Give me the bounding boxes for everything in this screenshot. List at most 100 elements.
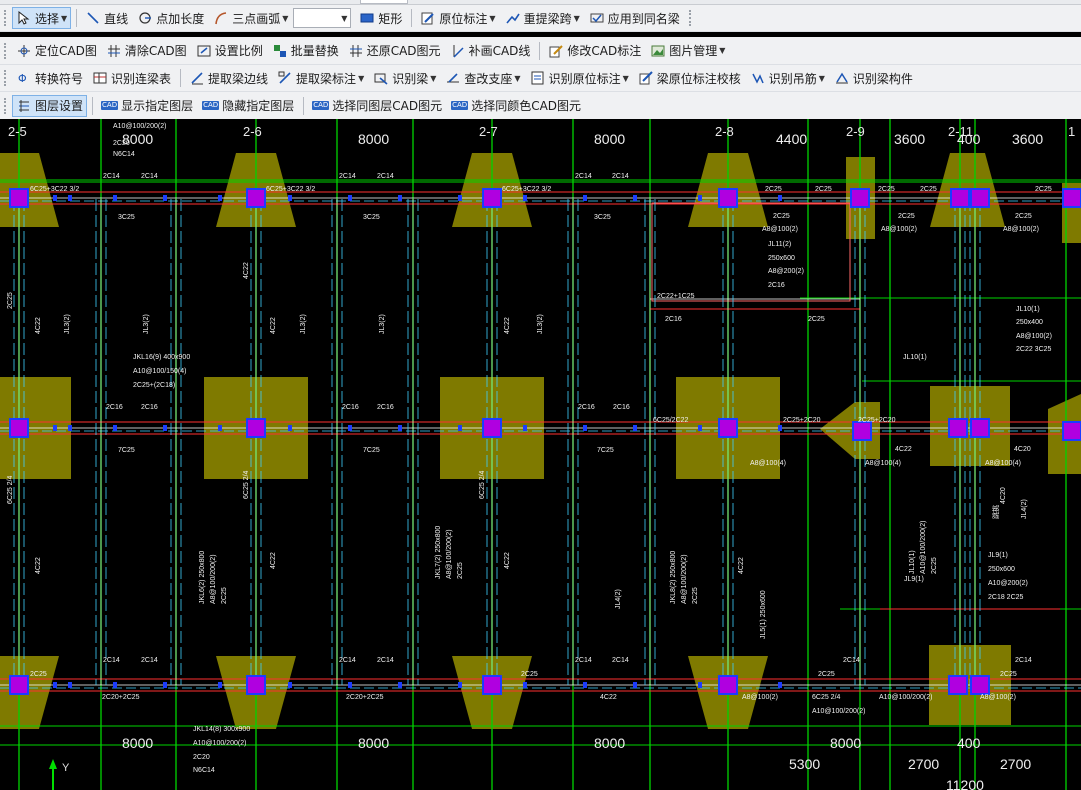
annotation-text: 3C25 [363, 214, 380, 221]
annotation-text: 7C25 [597, 447, 614, 454]
three-point-arc-button[interactable]: 三点画弧 ▼ [209, 7, 292, 29]
beam-tick-marker [113, 425, 117, 431]
locate-cad-button[interactable]: 定位CAD图 [12, 40, 101, 62]
annotation-text: JL3(2) [537, 314, 544, 334]
select-same-color-label: 选择同颜色CAD图元 [471, 99, 582, 113]
annotation-text: JL9(1) [904, 576, 924, 583]
annotation-text: 2C20 [113, 140, 130, 147]
chevron-down-icon[interactable]: ▼ [358, 74, 364, 83]
toolbar-grip[interactable] [688, 10, 693, 26]
chevron-down-icon[interactable]: ▼ [719, 46, 725, 55]
rectangle-button[interactable]: 矩形 [355, 7, 406, 29]
cad-drawing[interactable]: 2-5 2-6 2-7 2-8 2-9 2-11 1 8000 8000 800… [0, 119, 1081, 790]
original-annotation-button[interactable]: 原位标注 ▼ [416, 7, 499, 29]
recognize-hanger-button[interactable]: 识别吊筋 ▼ [746, 67, 829, 89]
annotation-text: A10@100/200(2) [113, 123, 166, 130]
dimension-label: 3600 [894, 131, 925, 147]
restore-cad-button[interactable]: 还原CAD图元 [344, 40, 445, 62]
annotation-text: 2C25 [920, 186, 937, 193]
column-node [852, 421, 872, 441]
select-same-layer-button[interactable]: CAD 选择同图层CAD图元 [308, 95, 446, 117]
toolbar-grip[interactable] [4, 42, 8, 59]
clear-cad-button[interactable]: 清除CAD图 [102, 40, 191, 62]
rectangle-label: 矩形 [378, 11, 403, 26]
arc-mode-combo[interactable]: ▼ [293, 8, 352, 28]
line-button[interactable]: 直线 [81, 7, 132, 29]
recognize-beam-member-button[interactable]: 识别梁构件 [830, 67, 917, 89]
chevron-down-icon[interactable]: ▼ [574, 14, 580, 23]
clear-cad-label: 清除CAD图 [124, 44, 187, 58]
chevron-down-icon[interactable]: ▼ [514, 74, 520, 83]
select-same-color-button[interactable]: CAD 选择同颜色CAD图元 [447, 95, 585, 117]
apply-same-name-label: 应用到同名梁 [607, 11, 680, 26]
toolbar-grip[interactable] [4, 97, 8, 114]
recognize-continuous-beam-button[interactable]: 识别连梁表 [88, 67, 175, 89]
annotation-text: 2C25 [1015, 213, 1032, 220]
column-node [1062, 188, 1081, 208]
select-button[interactable]: 选择 ▼ [12, 7, 72, 29]
annotation-text: 4C22 [504, 317, 511, 334]
ribbon-tab-active[interactable] [360, 0, 408, 4]
restore-cad-label: 还原CAD图元 [366, 44, 441, 58]
re-extract-span-button[interactable]: 重提梁跨 ▼ [501, 7, 584, 29]
toolbar-row-layer: 图层设置 CAD 显示指定图层 CAD 隐藏指定图层 CAD 选择同图层CAD图… [0, 92, 1081, 119]
chevron-down-icon[interactable]: ▼ [282, 14, 288, 23]
hide-layer-button[interactable]: CAD 隐藏指定图层 [198, 95, 298, 117]
extract-beam-edge-button[interactable]: 提取梁边线 [185, 67, 272, 89]
dimension-label: 11200 [946, 777, 984, 790]
column-node [718, 418, 738, 438]
cursor-icon [16, 10, 32, 26]
annotation-text: 250x600 [768, 255, 795, 262]
modify-cad-annotation-button[interactable]: 修改CAD标注 [544, 40, 645, 62]
beam-tick-marker [163, 425, 167, 431]
column-node [246, 418, 266, 438]
beam-tick-marker [398, 682, 402, 688]
chevron-down-icon[interactable]: ▼ [61, 14, 67, 23]
annotation-text: 3C25 [594, 214, 611, 221]
annotation-text: 3C25 [118, 214, 135, 221]
recognize-beam-label: 识别梁 [392, 71, 429, 86]
extract-beam-annotation-button[interactable]: 提取梁标注 ▼ [273, 67, 368, 89]
chevron-down-icon[interactable]: ▼ [819, 74, 825, 83]
annotation-text: JL10(1) [1016, 306, 1040, 313]
recognize-beam-button[interactable]: 识别梁 ▼ [369, 67, 440, 89]
footing-trapezoid [0, 656, 59, 729]
separator [303, 96, 305, 115]
beam-tick-marker [633, 682, 637, 688]
check-support-button[interactable]: 查改支座 ▼ [441, 67, 524, 89]
chevron-down-icon[interactable]: ▼ [430, 74, 436, 83]
annotation-text: A8@100(2) [742, 694, 778, 701]
cad-drawing-canvas[interactable]: 2-5 2-6 2-7 2-8 2-9 2-11 1 8000 8000 800… [0, 119, 1081, 790]
axis-label: 2-8 [715, 124, 734, 139]
supplement-cad-line-button[interactable]: 补画CAD线 [446, 40, 535, 62]
column-node [718, 675, 738, 695]
beam-annotation-check-button[interactable]: 梁原位标注校核 [634, 67, 745, 89]
annotation-text: 2C16 [665, 316, 682, 323]
annotation-text: 2C25 [818, 671, 835, 678]
annotation-text: 2C16 [141, 404, 158, 411]
dimension-label: 8000 [122, 735, 153, 751]
show-layer-button[interactable]: CAD 显示指定图层 [97, 95, 197, 117]
recognize-original-annotation-button[interactable]: 识别原位标注 ▼ [526, 67, 633, 89]
chevron-down-icon[interactable]: ▼ [623, 74, 629, 83]
convert-symbol-button[interactable]: Φ 转换符号 [12, 67, 87, 89]
set-scale-button[interactable]: 设置比例 [192, 40, 267, 62]
beam-tick-marker [163, 682, 167, 688]
beam-tick-marker [53, 682, 57, 688]
toolbar-grip[interactable] [4, 10, 8, 26]
apply-same-name-button[interactable]: 应用到同名梁 [585, 7, 684, 29]
layer-settings-button[interactable]: 图层设置 [12, 94, 88, 117]
batch-replace-button[interactable]: 批量替换 [268, 40, 343, 62]
annotation-text: A8@100/200(2) [446, 529, 453, 579]
image-management-button[interactable]: 图片管理 ▼ [646, 40, 729, 62]
column-node [246, 188, 266, 208]
annotation-text: 4C20 [1014, 446, 1031, 453]
toolbar-grip[interactable] [4, 70, 8, 86]
annotation-text: JL5(1) 250x600 [760, 590, 767, 639]
convert-symbol-label: 转换符号 [35, 71, 84, 86]
annotation-text: 2C20+2C25 [102, 694, 140, 701]
chevron-down-icon[interactable]: ▼ [489, 14, 495, 23]
annotation-text: 4C22 [895, 446, 912, 453]
point-add-length-button[interactable]: 点加长度 [133, 7, 208, 29]
column-node [970, 675, 990, 695]
